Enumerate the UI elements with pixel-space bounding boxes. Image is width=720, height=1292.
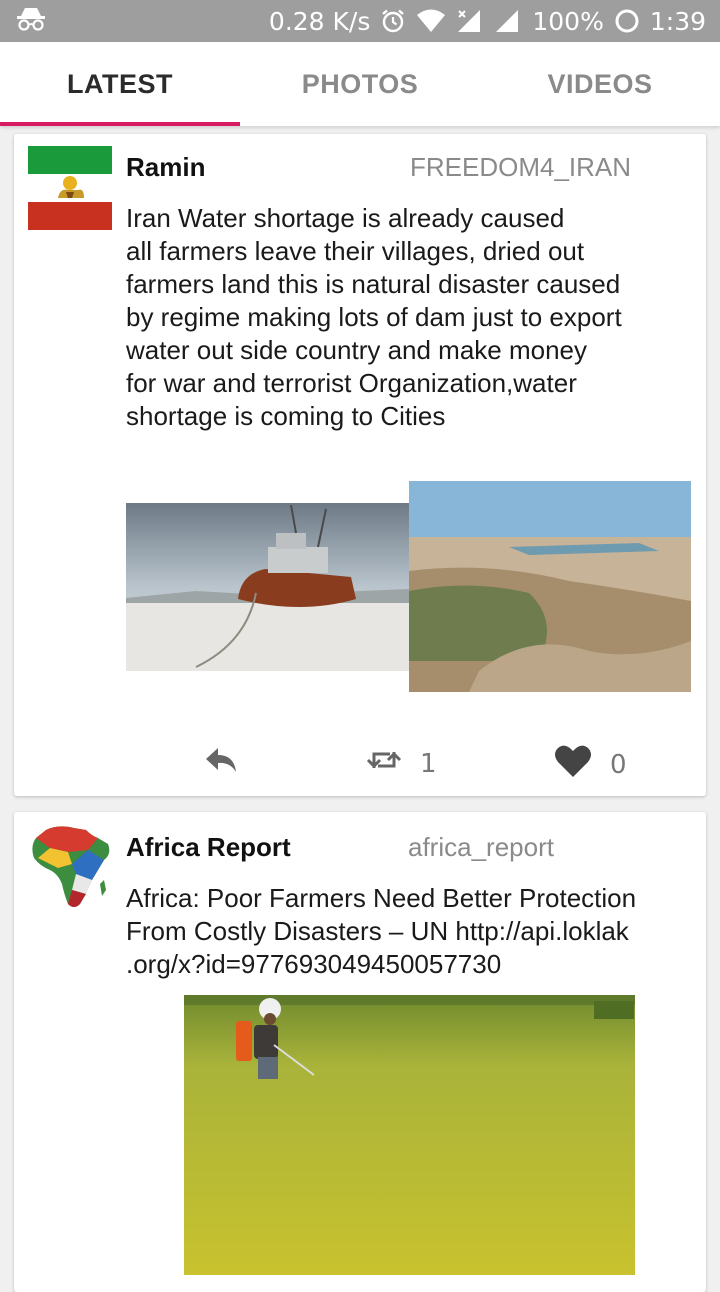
heart-icon [554,744,592,785]
post-text: Africa: Poor Farmers Need Better Protect… [126,883,637,979]
post-image-rice-field[interactable] [184,995,635,1275]
retweet-button[interactable]: 1 [366,746,437,781]
battery-level: 100% [532,6,604,36]
africa-map-avatar [32,826,110,907]
reply-icon [204,746,238,781]
network-speed: 0.28 K/s [268,6,371,36]
author-handle[interactable]: africa_report [408,832,554,863]
signal-icon [456,8,484,34]
signal-icon-2 [494,8,522,34]
retweet-icon [366,746,402,781]
author-name[interactable]: Africa Report [126,832,291,863]
like-count: 0 [610,749,627,780]
tab-latest[interactable]: LATEST [0,42,240,126]
battery-icon [614,8,640,34]
reply-button[interactable] [204,746,238,781]
post-card[interactable]: Ramin FREEDOM4_IRAN Iran Water shortage … [14,134,706,796]
post-image-dry-land[interactable] [409,481,691,692]
incognito-icon [16,5,46,37]
author-handle[interactable]: FREEDOM4_IRAN [410,152,631,183]
avatar[interactable] [28,824,112,908]
post-text: Iran Water shortage is already caused al… [126,203,622,431]
tab-photos[interactable]: PHOTOS [240,42,480,126]
clock: 1:39 [649,6,706,36]
wifi-icon [416,9,446,33]
post-image-ship[interactable] [126,503,409,671]
tab-videos[interactable]: VIDEOS [480,42,720,126]
alarm-icon [380,8,406,34]
iran-flag-avatar [28,146,112,230]
post-card[interactable]: Africa Report africa_report Africa: Poor… [14,812,706,1292]
retweet-count: 1 [420,748,437,779]
like-button[interactable]: 0 [554,744,627,785]
status-bar: 0.28 K/s 100% 1:39 [0,0,720,42]
author-name[interactable]: Ramin [126,152,205,183]
avatar[interactable] [28,146,112,230]
tab-bar: LATEST PHOTOS VIDEOS [0,42,720,126]
